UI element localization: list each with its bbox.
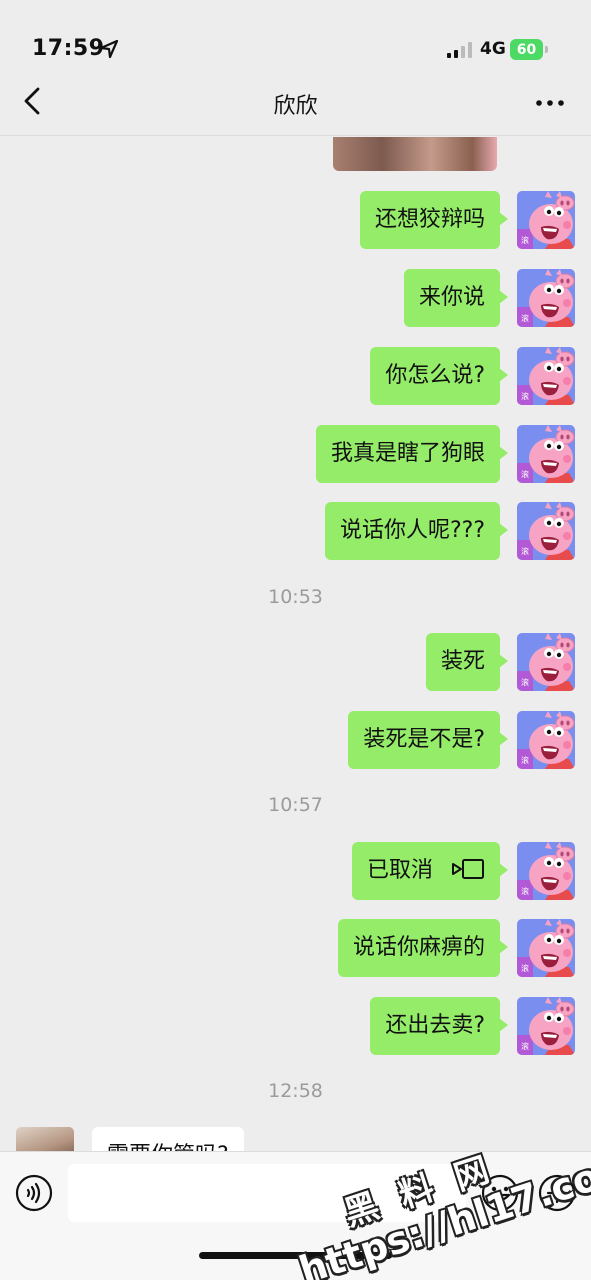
avatar[interactable]: 滚 bbox=[517, 502, 575, 560]
message-bubble[interactable]: 你怎么说? bbox=[370, 347, 508, 405]
svg-text:滚: 滚 bbox=[521, 469, 529, 479]
message-row: 还想狡辩吗 滚 bbox=[359, 191, 575, 249]
avatar[interactable]: 滚 bbox=[517, 711, 575, 769]
message-bubble[interactable]: 来你说 bbox=[403, 269, 509, 327]
chat-area[interactable]: 还想狡辩吗 滚 来你说 滚 你怎么说? 滚 我真是瞎了狗眼 滚 说话你人呢???… bbox=[0, 137, 591, 1151]
message-bubble[interactable]: 还想狡辩吗 bbox=[359, 191, 509, 249]
timestamp: 10:57 bbox=[268, 794, 323, 816]
message-input[interactable] bbox=[68, 1164, 466, 1222]
svg-text:滚: 滚 bbox=[521, 1041, 529, 1051]
svg-text:滚: 滚 bbox=[521, 391, 529, 401]
message-row: 说话你麻痹的 滚 bbox=[337, 919, 575, 977]
plus-icon[interactable] bbox=[538, 1174, 576, 1212]
call-status-text: 已取消 bbox=[366, 858, 433, 883]
incoming-message-bubble[interactable]: 需要你管吗? bbox=[92, 1127, 244, 1151]
avatar[interactable]: 滚 bbox=[517, 633, 575, 691]
battery-indicator: 60 bbox=[510, 39, 550, 60]
incoming-message-row: 需要你管吗? bbox=[16, 1127, 244, 1151]
call-message-bubble[interactable]: 已取消 bbox=[351, 842, 509, 900]
svg-text:滚: 滚 bbox=[521, 235, 529, 245]
emoji-icon[interactable] bbox=[481, 1174, 519, 1212]
status-time: 17:59 bbox=[32, 36, 105, 61]
more-icon[interactable] bbox=[532, 88, 568, 118]
avatar[interactable]: 滚 bbox=[517, 425, 575, 483]
battery-level: 60 bbox=[510, 39, 543, 60]
svg-text:滚: 滚 bbox=[521, 313, 529, 323]
avatar[interactable]: 滚 bbox=[517, 269, 575, 327]
svg-text:滚: 滚 bbox=[521, 677, 529, 687]
avatar[interactable]: 滚 bbox=[517, 842, 575, 900]
message-bubble[interactable]: 说话你人呢??? bbox=[324, 502, 509, 560]
contact-avatar[interactable] bbox=[16, 1127, 74, 1151]
chat-title: 欣欣 bbox=[273, 94, 318, 119]
battery-tip bbox=[545, 46, 548, 53]
signal-icon bbox=[447, 42, 472, 58]
message-row: 还出去卖? 滚 bbox=[370, 997, 575, 1055]
svg-text:滚: 滚 bbox=[521, 546, 529, 556]
message-row: 我真是瞎了狗眼 滚 bbox=[315, 425, 575, 483]
timestamp: 10:53 bbox=[268, 586, 323, 608]
input-bar bbox=[0, 1151, 591, 1280]
video-call-icon bbox=[452, 859, 484, 879]
message-row: 装死 滚 bbox=[425, 633, 575, 691]
avatar[interactable]: 滚 bbox=[517, 191, 575, 249]
message-bubble[interactable]: 我真是瞎了狗眼 bbox=[315, 425, 509, 483]
message-bubble[interactable]: 还出去卖? bbox=[370, 997, 508, 1055]
message-bubble[interactable]: 装死是不是? bbox=[348, 711, 508, 769]
image-message[interactable] bbox=[333, 137, 497, 171]
avatar[interactable]: 滚 bbox=[517, 919, 575, 977]
timestamp: 12:58 bbox=[268, 1080, 323, 1102]
home-indicator[interactable] bbox=[199, 1252, 392, 1259]
svg-text:滚: 滚 bbox=[521, 886, 529, 896]
svg-text:滚: 滚 bbox=[521, 963, 529, 973]
message-row: 已取消 滚 bbox=[351, 842, 575, 900]
location-arrow-icon bbox=[100, 40, 118, 58]
nav-bar: 欣欣 bbox=[0, 70, 591, 136]
message-row: 来你说 滚 bbox=[403, 269, 575, 327]
avatar[interactable]: 滚 bbox=[517, 997, 575, 1055]
message-row: 你怎么说? 滚 bbox=[370, 347, 575, 405]
network-type: 4G bbox=[480, 39, 506, 59]
message-row: 说话你人呢??? 滚 bbox=[324, 502, 575, 560]
message-bubble[interactable]: 装死 bbox=[425, 633, 509, 691]
message-row: 装死是不是? 滚 bbox=[348, 711, 575, 769]
avatar[interactable]: 滚 bbox=[517, 347, 575, 405]
message-bubble[interactable]: 说话你麻痹的 bbox=[337, 919, 509, 977]
svg-text:滚: 滚 bbox=[521, 755, 529, 765]
voice-icon[interactable] bbox=[15, 1174, 53, 1212]
